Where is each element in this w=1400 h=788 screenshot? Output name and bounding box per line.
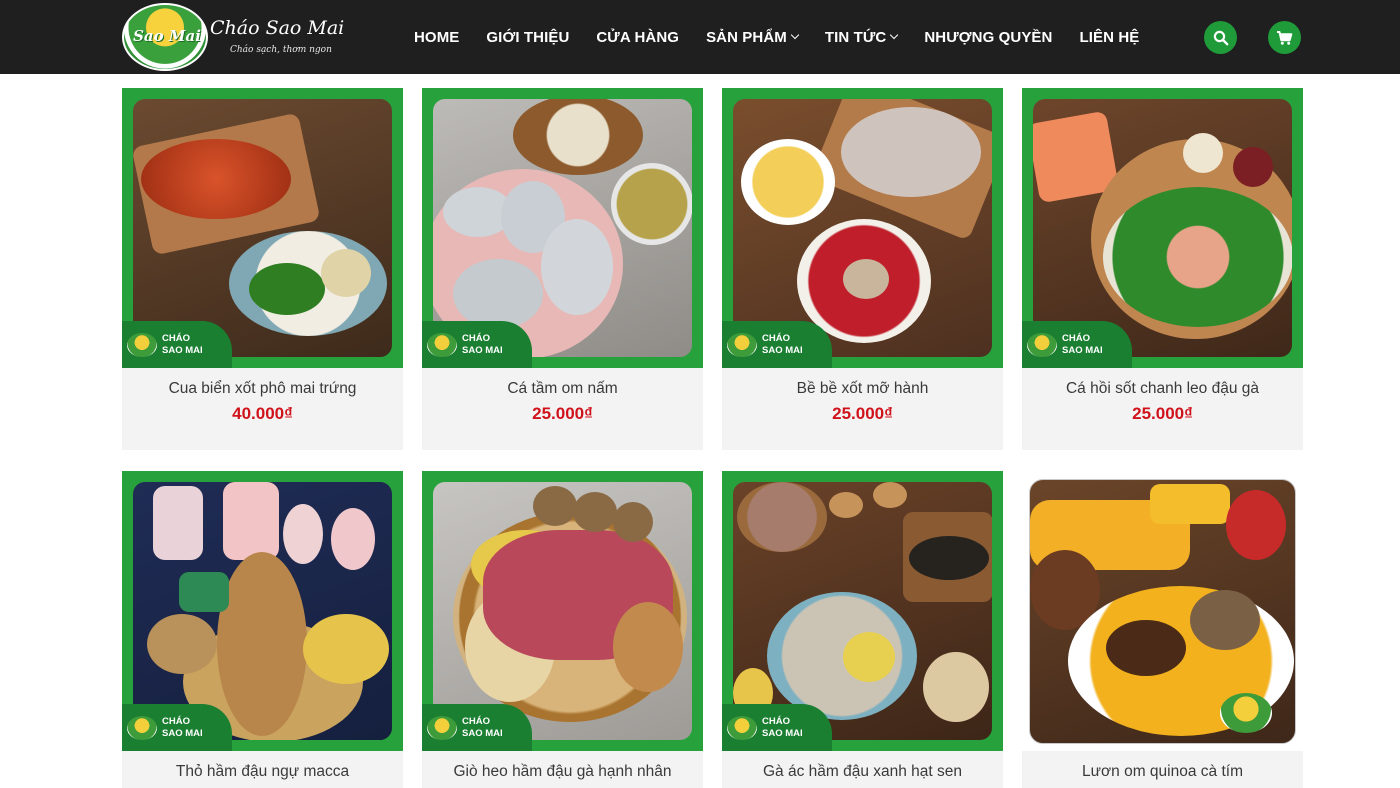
product-name[interactable]: Giò heo hầm đậu gà hạnh nhân [422,763,703,781]
product-image[interactable]: CHÁO SAO MAI [722,471,1003,751]
product-photo [433,99,692,357]
brand-tag-line1: CHÁO [762,716,790,727]
product-name[interactable]: Gà ác hầm đậu xanh hạt sen [722,763,1003,781]
cart-icon [1277,30,1293,45]
product-image[interactable]: CHÁO SAO MAI [122,88,403,368]
product-photo [433,482,692,740]
product-image[interactable]: CHÁO SAO MAI [122,471,403,751]
product-price: 25.000₫ [532,404,593,423]
brand-logo-icon [127,333,157,357]
brand-logo-icon [427,333,457,357]
nav-news[interactable]: TIN TỨC [824,28,899,46]
nav-news-label: TIN TỨC [824,28,887,46]
nav-products-label: SẢN PHẨM [706,28,787,46]
nav-contact[interactable]: LIÊN HỆ [1079,29,1139,46]
main-nav: HOME GIỚI THIỆU CỬA HÀNG SẢN PHẨM TIN TỨ… [414,0,1139,74]
brand-tag-line2: SAO MAI [762,728,803,739]
logo-badge: Sao Mai [122,3,208,71]
brand-tag: CHÁO SAO MAI [722,321,832,368]
brand-logo-icon [427,716,457,740]
search-icon [1213,30,1228,45]
site-logo[interactable]: Sao Mai Cháo Sao Mai Cháo sạch, thơm ngo… [122,3,348,71]
product-card[interactable]: CHÁO SAO MAI Gà ác hầm đậu xanh hạt sen [722,471,1003,788]
product-card[interactable]: CHÁO SAO MAI Bề bề xốt mỡ hành 25.000₫ [722,88,1003,450]
nav-stores-label: CỬA HÀNG [596,28,680,46]
brand-tag-line1: CHÁO [462,333,490,344]
nav-about-label: GIỚI THIỆU [486,28,570,46]
nav-products[interactable]: SẢN PHẨM [706,28,800,46]
logo-title: Cháo Sao Mai [210,17,345,39]
brand-tag-line1: CHÁO [762,333,790,344]
brand-tag: CHÁO SAO MAI [722,704,832,751]
product-photo [133,482,392,740]
brand-logo-icon [1027,333,1057,357]
brand-tag-line2: SAO MAI [162,728,203,739]
brand-tag-line1: CHÁO [1062,333,1090,344]
nav-about[interactable]: GIỚI THIỆU [486,29,569,46]
brand-tag: CHÁO SAO MAI [122,321,232,368]
brand-tag: CHÁO SAO MAI [122,704,232,751]
nav-franchise[interactable]: NHƯỢNG QUYỀN [924,29,1052,46]
product-image[interactable] [1022,471,1303,751]
product-card[interactable]: CHÁO SAO MAI Cua biển xốt phô mai trứng 4… [122,88,403,450]
nav-stores[interactable]: CỬA HÀNG [596,29,679,46]
product-card[interactable]: CHÁO SAO MAI Giò heo hầm đậu gà hạnh nhân [422,471,703,788]
product-price: 25.000₫ [832,404,893,423]
product-name[interactable]: Cá tầm om nấm [422,380,703,398]
nav-contact-label: LIÊN HỆ [1079,28,1140,46]
product-image[interactable]: CHÁO SAO MAI [422,88,703,368]
product-price: 25.000₫ [1132,404,1193,423]
product-name[interactable]: Cua biển xốt phô mai trứng [122,380,403,398]
cart-button[interactable] [1268,21,1301,54]
product-name[interactable]: Cá hồi sốt chanh leo đậu gà [1022,380,1303,398]
brand-tag-line2: SAO MAI [462,728,503,739]
brand-logo-icon [727,333,757,357]
brand-tag-line2: SAO MAI [462,345,503,356]
brand-tag-line2: SAO MAI [162,345,203,356]
product-image[interactable]: CHÁO SAO MAI [422,471,703,751]
logo-badge-text: Sao Mai [133,27,201,45]
brand-tag: CHÁO SAO MAI [422,321,532,368]
product-photo [1033,99,1292,357]
product-card[interactable]: CHÁO SAO MAI Cá tầm om nấm 25.000₫ [422,88,703,450]
product-card[interactable]: CHÁO SAO MAI Cá hồi sốt chanh leo đậu gà … [1022,88,1303,450]
product-image[interactable]: CHÁO SAO MAI [1022,88,1303,368]
logo-slogan: Cháo sạch, thơm ngon [230,45,332,55]
site-header: Sao Mai Cháo Sao Mai Cháo sạch, thơm ngo… [0,0,1400,74]
product-price: 40.000₫ [232,404,293,423]
brand-logo-icon [1220,693,1272,733]
nav-home[interactable]: HOME [414,29,459,46]
product-photo [733,99,992,357]
brand-logo-icon [127,716,157,740]
product-name[interactable]: Lươn om quinoa cà tím [1022,763,1303,781]
brand-tag-line1: CHÁO [462,716,490,727]
product-photo [733,482,992,740]
search-button[interactable] [1204,21,1237,54]
chevron-down-icon [790,30,800,40]
brand-logo-icon [727,716,757,740]
brand-tag-line1: CHÁO [162,716,190,727]
nav-home-label: HOME [414,28,460,46]
brand-tag: CHÁO SAO MAI [1022,321,1132,368]
product-photo [133,99,392,357]
brand-tag-line2: SAO MAI [1062,345,1103,356]
product-name[interactable]: Thỏ hầm đậu ngự macca [122,763,403,781]
brand-tag-line1: CHÁO [162,333,190,344]
nav-franchise-label: NHƯỢNG QUYỀN [924,28,1053,46]
product-image[interactable]: CHÁO SAO MAI [722,88,1003,368]
brand-tag: CHÁO SAO MAI [422,704,532,751]
product-card[interactable]: CHÁO SAO MAI Thỏ hầm đậu ngự macca [122,471,403,788]
chevron-down-icon [890,30,899,40]
product-name[interactable]: Bề bề xốt mỡ hành [722,380,1003,398]
brand-tag-line2: SAO MAI [762,345,803,356]
product-card[interactable]: Lươn om quinoa cà tím [1022,471,1303,788]
